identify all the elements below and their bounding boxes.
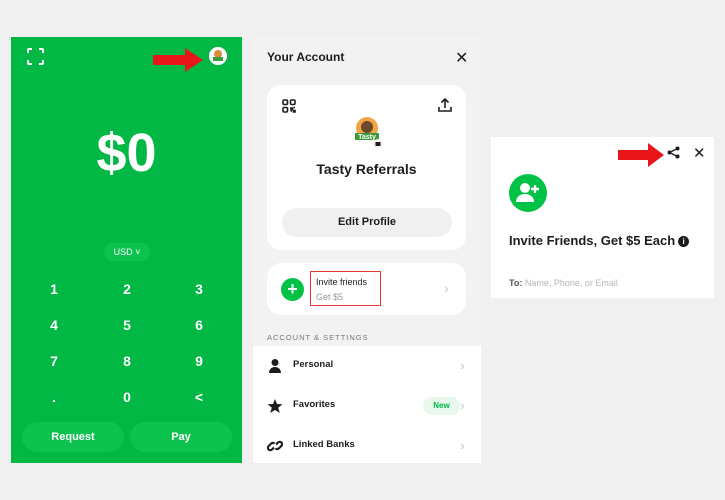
chevron-right-icon: › [460, 437, 465, 453]
close-icon[interactable]: ✕ [693, 144, 706, 162]
edit-profile-button[interactable]: Edit Profile [282, 208, 452, 237]
keypad-screen: $0 USD ˅ 1 2 3 4 5 6 7 8 9 . 0 < Request… [11, 37, 242, 463]
share-upload-icon[interactable] [438, 98, 452, 113]
person-icon [269, 359, 281, 373]
link-icon [267, 440, 283, 452]
profile-picture[interactable]: Tasty [351, 115, 383, 149]
setting-label: Favorites [293, 399, 336, 410]
invite-screen: ✕ Invite Friends, Get $5 Each i To: [491, 137, 714, 298]
info-icon[interactable]: i [678, 236, 690, 247]
annotation-arrow [153, 48, 203, 72]
setting-label: Linked Banks [293, 439, 355, 450]
to-label: To: [509, 278, 523, 288]
profile-name: Tasty Referrals [316, 161, 417, 177]
recipient-field: To: [509, 278, 675, 288]
qr-code-icon[interactable] [282, 99, 296, 113]
currency-label: USD [113, 247, 133, 257]
key-5[interactable]: 5 [97, 313, 157, 337]
key-backspace[interactable]: < [169, 385, 229, 409]
amount-display: $0 [96, 123, 157, 183]
svg-text:Tasty: Tasty [358, 134, 376, 141]
setting-personal[interactable]: Personal › [253, 346, 481, 386]
key-7[interactable]: 7 [24, 349, 84, 373]
chevron-right-icon: › [460, 397, 465, 413]
key-3[interactable]: 3 [169, 277, 229, 301]
key-decimal[interactable]: . [24, 385, 84, 409]
setting-favorites[interactable]: Favorites New › [253, 386, 481, 426]
setting-linked-banks[interactable]: Linked Banks › [253, 426, 481, 466]
annotation-arrow [618, 143, 664, 167]
new-badge: New [423, 397, 460, 415]
profile-card: Tasty Tasty Referrals Edit Profile [267, 85, 466, 250]
page-title: Your Account [267, 50, 345, 64]
share-icon[interactable] [667, 146, 680, 159]
invite-heading: Invite Friends, Get $5 Each i [509, 232, 699, 250]
key-2[interactable]: 2 [97, 277, 157, 301]
annotation-highlight-box: Invite friends Get $5 [310, 271, 381, 306]
key-1[interactable]: 1 [24, 277, 84, 301]
key-6[interactable]: 6 [169, 313, 229, 337]
section-label: ACCOUNT & SETTINGS [267, 333, 369, 342]
invite-heading-text: Invite Friends, Get $5 Each [509, 233, 676, 248]
scan-icon[interactable] [27, 48, 44, 65]
plus-icon: + [281, 278, 304, 301]
setting-label: Personal [293, 359, 334, 370]
close-icon[interactable]: ✕ [455, 48, 468, 68]
request-button[interactable]: Request [22, 422, 124, 452]
pay-button[interactable]: Pay [130, 422, 232, 452]
add-person-icon [509, 174, 547, 212]
invite-subtitle: Get $5 [316, 292, 344, 302]
invite-friends-item[interactable]: + Invite friends Get $5 › [267, 263, 466, 315]
settings-list: Personal › Favorites New › Linked Banks … [253, 346, 481, 463]
currency-selector[interactable]: USD ˅ [104, 243, 150, 261]
chevron-right-icon: › [444, 280, 449, 296]
invite-title: Invite friends [316, 277, 368, 287]
key-0[interactable]: 0 [97, 385, 157, 409]
key-4[interactable]: 4 [24, 313, 84, 337]
recipient-input[interactable] [524, 278, 675, 288]
chevron-right-icon: › [460, 357, 465, 373]
profile-avatar[interactable] [209, 47, 227, 65]
account-screen: Your Account ✕ Tasty Tasty Referrals Edi… [253, 37, 481, 463]
key-8[interactable]: 8 [97, 349, 157, 373]
star-icon [267, 399, 283, 413]
key-9[interactable]: 9 [169, 349, 229, 373]
